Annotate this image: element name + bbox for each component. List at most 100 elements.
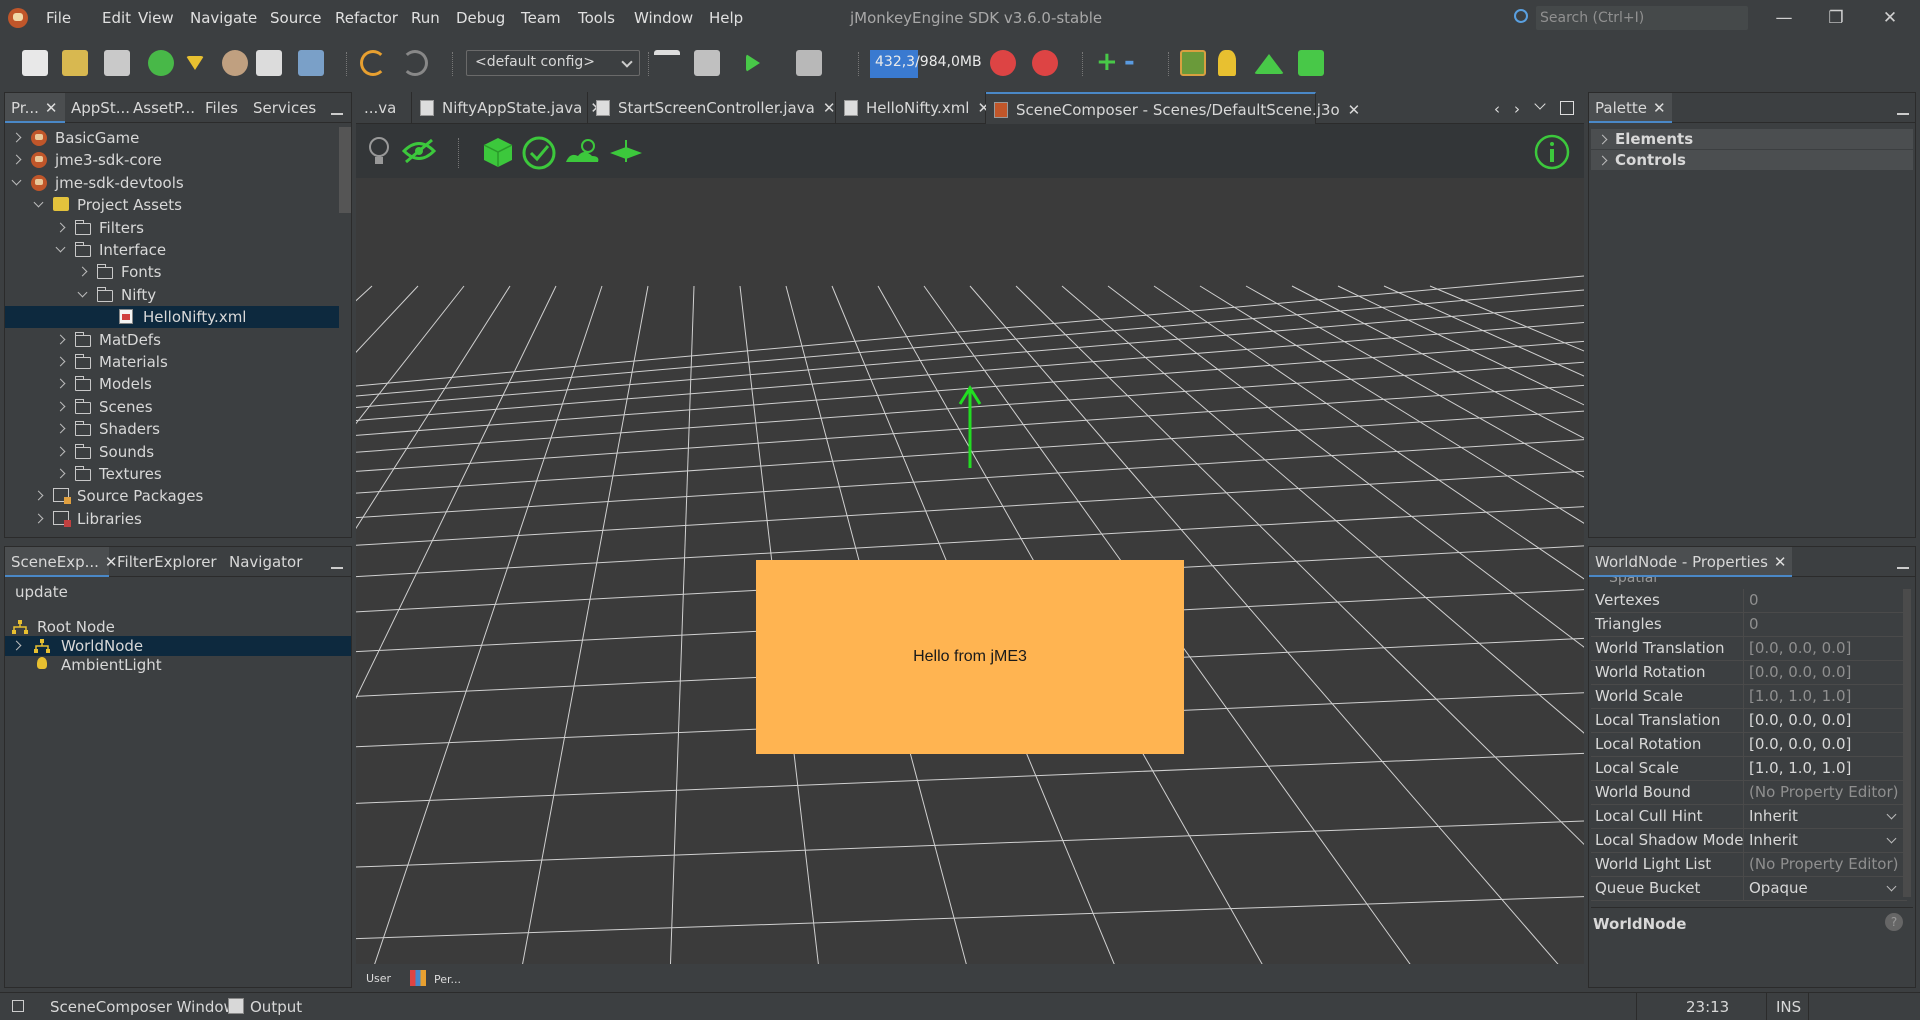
sky-icon[interactable] bbox=[562, 134, 602, 168]
chevron-right-icon[interactable] bbox=[55, 378, 66, 389]
download-icon[interactable] bbox=[148, 50, 174, 76]
tree-row[interactable]: MatDefs bbox=[5, 329, 339, 351]
property-row[interactable]: Vertexes 0 bbox=[1591, 589, 1907, 613]
tree-row[interactable]: Textures bbox=[5, 463, 339, 485]
chevron-down-icon[interactable] bbox=[1886, 881, 1897, 892]
tab-properties[interactable]: WorldNode - Properties ✕ bbox=[1589, 547, 1793, 577]
maximize-editor-icon[interactable] bbox=[1560, 101, 1574, 115]
menu-item-file[interactable]: File bbox=[46, 9, 71, 27]
tree-row[interactable]: Scenes bbox=[5, 396, 339, 418]
memory-usage-bar[interactable]: 432,3/984,0MB bbox=[870, 50, 982, 78]
property-row[interactable]: World Scale [1.0, 1.0, 1.0] bbox=[1591, 685, 1907, 709]
tab-asset-packs[interactable]: AssetP... bbox=[127, 93, 201, 123]
tree-row[interactable]: HelloNifty.xml bbox=[5, 306, 339, 329]
editor-tab[interactable]: NiftyAppState.java✕ bbox=[412, 92, 603, 124]
property-row[interactable]: Local Translation [0.0, 0.0, 0.0] bbox=[1591, 709, 1907, 733]
tree-row[interactable]: jme-sdk-devtools bbox=[5, 172, 339, 194]
perspective-label[interactable]: Per... bbox=[434, 973, 461, 986]
minimize-window-button[interactable]: — bbox=[1764, 6, 1804, 30]
property-value[interactable]: [0.0, 0.0, 0.0] bbox=[1749, 711, 1851, 729]
scene-viewport[interactable]: Hello from jME3 bbox=[356, 178, 1584, 964]
filter-icon[interactable] bbox=[186, 56, 204, 70]
minus-icon[interactable]: - bbox=[1124, 49, 1150, 76]
terrain-plane-icon[interactable] bbox=[608, 138, 644, 164]
menu-item-team[interactable]: Team bbox=[521, 9, 561, 27]
menu-item-help[interactable]: Help bbox=[709, 9, 743, 27]
editor-tab[interactable]: SceneComposer - Scenes/DefaultScene.j3o ✕ bbox=[986, 92, 1360, 124]
scroll-tabs-right-icon[interactable]: › bbox=[1514, 100, 1520, 118]
scene-tree-row[interactable]: Root Node bbox=[5, 617, 351, 637]
terrain-icon[interactable] bbox=[1254, 54, 1284, 74]
property-sheet-scrollbar[interactable] bbox=[1903, 589, 1911, 897]
run-icon[interactable] bbox=[746, 54, 760, 72]
tools-icon[interactable] bbox=[222, 50, 248, 76]
hidden-eye-icon[interactable] bbox=[402, 138, 436, 164]
property-row[interactable]: Local Rotation [0.0, 0.0, 0.0] bbox=[1591, 733, 1907, 757]
tree-row[interactable]: Project Assets bbox=[5, 194, 339, 216]
update-button[interactable]: update bbox=[15, 583, 68, 601]
gc-icon[interactable] bbox=[990, 50, 1016, 76]
scroll-tabs-left-icon[interactable]: ‹ bbox=[1494, 100, 1500, 118]
chevron-right-icon[interactable] bbox=[33, 513, 44, 524]
editor-tab[interactable]: StartScreenController.java ✕ bbox=[588, 92, 836, 124]
torch-icon[interactable] bbox=[1218, 50, 1236, 76]
config-select[interactable]: <default config> bbox=[466, 50, 640, 76]
search-input[interactable] bbox=[1540, 8, 1740, 28]
chevron-right-icon[interactable] bbox=[11, 132, 22, 143]
gc-alt-icon[interactable] bbox=[1032, 50, 1058, 76]
tab-projects[interactable]: Pr... ✕ bbox=[5, 93, 65, 123]
new-project-icon[interactable] bbox=[62, 50, 88, 76]
tree-row[interactable]: Libraries bbox=[5, 508, 339, 530]
save-icon[interactable] bbox=[256, 50, 282, 76]
tree-row[interactable]: Interface bbox=[5, 239, 339, 261]
help-icon[interactable]: ? bbox=[1885, 913, 1903, 931]
property-row[interactable]: Local Shadow Mode Inherit bbox=[1591, 829, 1907, 853]
property-row[interactable]: Local Scale [1.0, 1.0, 1.0] bbox=[1591, 757, 1907, 781]
property-value-select[interactable]: Opaque bbox=[1749, 879, 1808, 897]
menu-item-debug[interactable]: Debug bbox=[456, 9, 505, 27]
chevron-down-icon[interactable] bbox=[55, 242, 66, 253]
search-box[interactable] bbox=[1536, 6, 1748, 30]
tree-row[interactable]: Models bbox=[5, 373, 339, 395]
tree-row[interactable]: Fonts bbox=[5, 261, 339, 283]
property-row[interactable]: World Bound (No Property Editor) bbox=[1591, 781, 1907, 805]
tree-row[interactable]: Filters bbox=[5, 217, 339, 239]
tab-services[interactable]: Services bbox=[247, 93, 322, 123]
minimize-panel-icon[interactable] bbox=[1897, 113, 1909, 115]
output-icon[interactable] bbox=[228, 998, 244, 1014]
stats-chart-icon[interactable] bbox=[410, 970, 426, 986]
build-icon[interactable] bbox=[654, 50, 680, 76]
property-row[interactable]: World Rotation [0.0, 0.0, 0.0] bbox=[1591, 661, 1907, 685]
property-value-select[interactable]: Inherit bbox=[1749, 831, 1798, 849]
save-all-icon[interactable] bbox=[298, 50, 324, 76]
camera-user-label[interactable]: User bbox=[366, 972, 391, 985]
property-value-select[interactable]: Inherit bbox=[1749, 807, 1798, 825]
chevron-right-icon[interactable] bbox=[55, 356, 66, 367]
chevron-right-icon[interactable] bbox=[77, 266, 88, 277]
open-project-icon[interactable] bbox=[104, 50, 130, 76]
chevron-down-icon[interactable] bbox=[77, 287, 88, 298]
tab-scene-explorer[interactable]: SceneExp... ✕ bbox=[5, 547, 118, 577]
scene-composer-window-label[interactable]: SceneComposer Window bbox=[50, 998, 236, 1016]
chevron-right-icon[interactable] bbox=[55, 468, 66, 479]
check-circle-icon[interactable] bbox=[522, 136, 556, 170]
chevron-right-icon[interactable] bbox=[55, 446, 66, 457]
scene-tree-row[interactable]: AmbientLight bbox=[5, 655, 351, 675]
menu-item-edit[interactable]: Edit bbox=[102, 9, 131, 27]
chevron-down-icon[interactable] bbox=[1886, 833, 1897, 844]
close-icon[interactable]: ✕ bbox=[1774, 547, 1787, 577]
menu-item-view[interactable]: View bbox=[138, 9, 174, 27]
tab-filter-explorer[interactable]: FilterExplorer bbox=[111, 547, 223, 577]
chevron-right-icon[interactable] bbox=[1597, 134, 1608, 145]
chevron-down-icon[interactable] bbox=[33, 197, 44, 208]
tree-row[interactable]: Source Packages bbox=[5, 485, 339, 507]
close-icon[interactable]: ✕ bbox=[1653, 93, 1666, 123]
tab-appstates[interactable]: AppSt... bbox=[65, 93, 136, 123]
tree-row[interactable]: jme3-sdk-core bbox=[5, 149, 339, 171]
tree-row[interactable]: BasicGame bbox=[5, 127, 339, 149]
light-bulb-icon[interactable] bbox=[366, 136, 392, 168]
property-section-header[interactable]: Spatial bbox=[1591, 577, 1907, 589]
image-icon[interactable] bbox=[1180, 50, 1206, 76]
minimize-panel-icon[interactable] bbox=[1897, 567, 1909, 569]
palette-category[interactable]: Elements bbox=[1591, 129, 1913, 149]
